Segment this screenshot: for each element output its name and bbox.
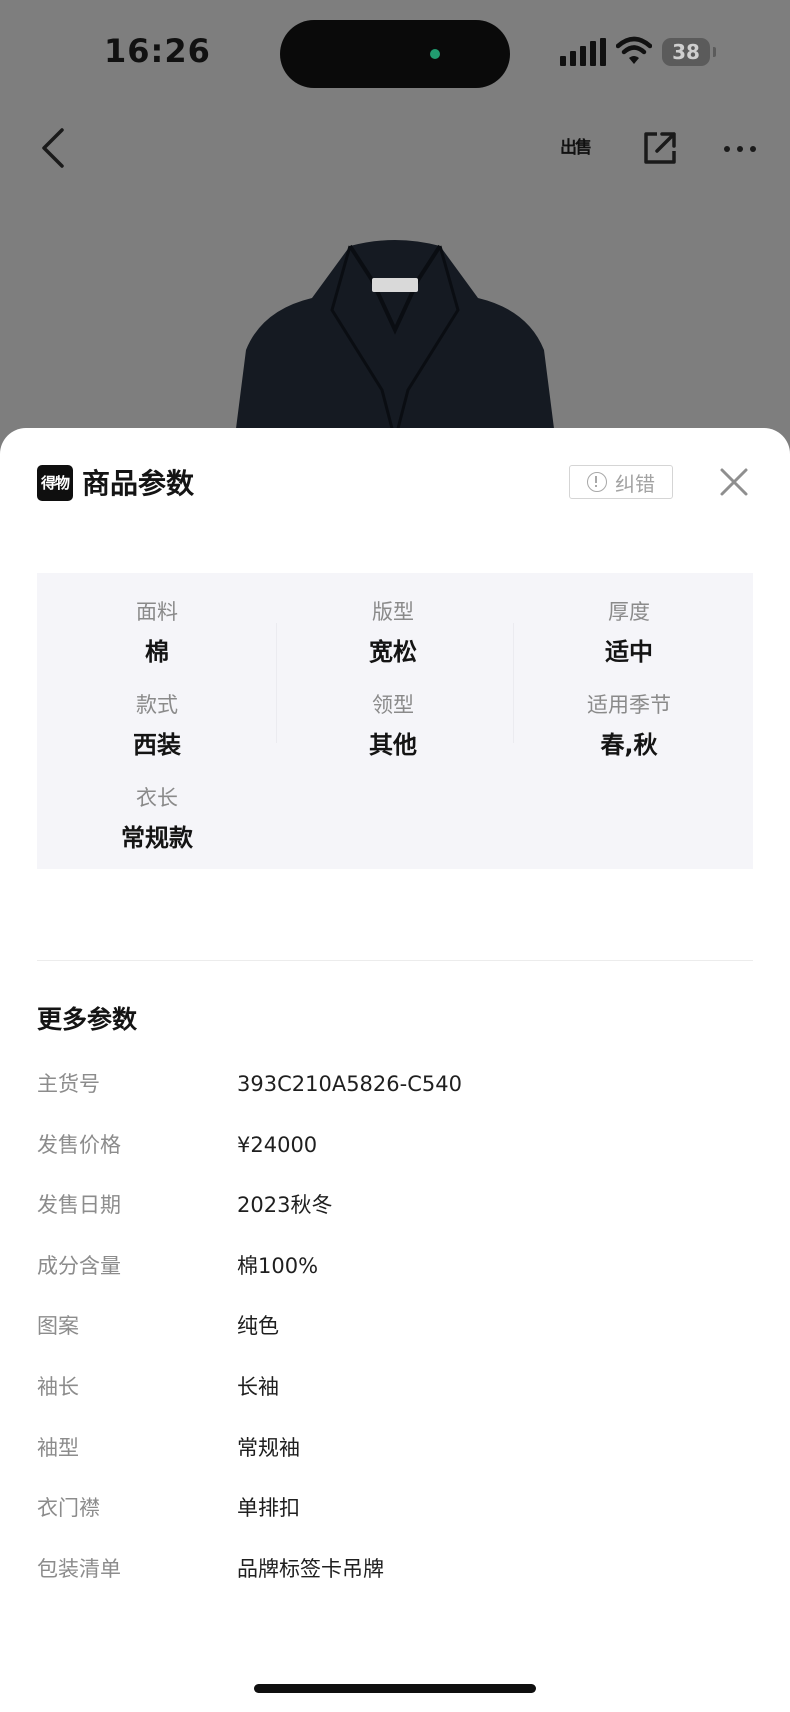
param-cell: 厚度 适中 [513, 598, 745, 668]
report-error-button[interactable]: 纠错 [569, 465, 673, 499]
more-params-title: 更多参数 [37, 1005, 138, 1034]
param-key: 图案 [37, 1314, 79, 1338]
report-error-label: 纠错 [615, 471, 655, 496]
param-value: ¥24000 [237, 1133, 318, 1157]
param-value: 单排扣 [237, 1496, 300, 1520]
product-page-background: 16:26 38 出售 [0, 0, 790, 460]
param-row: 主货号 393C210A5826-C540 [37, 1064, 753, 1104]
param-value: 棉100% [237, 1254, 319, 1278]
param-key: 主货号 [37, 1072, 100, 1096]
product-params-sheet: 得物 商品参数 纠错 面料 棉 版型 宽松 厚度 适中 款式 西装 领型 其他 [0, 428, 790, 1712]
sheet-title: 商品参数 [82, 467, 195, 500]
param-label: 适用季节 [587, 693, 671, 717]
param-value: 393C210A5826-C540 [237, 1072, 462, 1096]
param-row: 发售价格 ¥24000 [37, 1125, 753, 1165]
param-value: 常规袖 [237, 1436, 300, 1460]
param-value: 宽松 [369, 638, 417, 666]
param-label: 衣长 [136, 786, 178, 810]
param-value: 纯色 [237, 1314, 279, 1338]
param-label: 领型 [372, 693, 414, 717]
section-divider [37, 960, 753, 961]
param-value: 其他 [369, 731, 417, 759]
param-key: 包装清单 [37, 1557, 121, 1581]
param-label: 面料 [136, 600, 178, 624]
param-cell: 适用季节 春,秋 [513, 691, 745, 761]
status-time: 16:26 [104, 32, 211, 70]
param-value: 品牌标签卡吊牌 [237, 1557, 384, 1581]
param-row: 袖型 常规袖 [37, 1428, 753, 1468]
param-row: 图案 纯色 [37, 1306, 753, 1346]
param-cell: 衣长 常规款 [41, 784, 273, 854]
share-icon[interactable] [640, 128, 680, 168]
param-key: 袖型 [37, 1436, 79, 1460]
param-key: 成分含量 [37, 1254, 121, 1278]
sell-label: 出售 [560, 138, 592, 158]
info-icon [587, 472, 607, 492]
param-value: 春,秋 [600, 731, 658, 759]
param-row: 袖长 长袖 [37, 1367, 753, 1407]
back-icon[interactable] [38, 126, 68, 170]
close-icon[interactable] [716, 464, 752, 500]
param-key: 发售价格 [37, 1133, 121, 1157]
brand-logo: 得物 [37, 465, 73, 501]
param-cell: 面料 棉 [41, 598, 273, 668]
param-value: 棉 [145, 638, 169, 666]
wifi-icon [616, 36, 652, 64]
sell-button[interactable]: 出售 [560, 128, 600, 168]
param-key: 袖长 [37, 1375, 79, 1399]
param-key: 发售日期 [37, 1193, 121, 1217]
param-row: 发售日期 2023秋冬 [37, 1185, 753, 1225]
home-indicator[interactable] [254, 1684, 536, 1693]
param-row: 包装清单 品牌标签卡吊牌 [37, 1549, 753, 1589]
dynamic-island [280, 20, 510, 88]
camera-indicator-dot [430, 49, 440, 59]
param-value: 2023秋冬 [237, 1193, 333, 1217]
param-value: 西装 [133, 731, 181, 759]
more-icon[interactable] [722, 144, 758, 154]
param-value: 适中 [605, 638, 653, 666]
param-row: 成分含量 棉100% [37, 1246, 753, 1286]
product-image [232, 240, 558, 460]
battery-icon: 38 [662, 38, 716, 66]
key-params-grid: 面料 棉 版型 宽松 厚度 适中 款式 西装 领型 其他 适用季节 春,秋 衣长… [37, 573, 753, 869]
param-key: 衣门襟 [37, 1496, 100, 1520]
param-row: 衣门襟 单排扣 [37, 1488, 753, 1528]
param-cell: 版型 宽松 [277, 598, 509, 668]
param-label: 版型 [372, 600, 414, 624]
param-cell: 领型 其他 [277, 691, 509, 761]
param-cell: 款式 西装 [41, 691, 273, 761]
param-label: 厚度 [608, 600, 650, 624]
cellular-signal-icon [560, 38, 606, 66]
param-label: 款式 [136, 693, 178, 717]
param-value: 常规款 [121, 824, 193, 852]
param-value: 长袖 [237, 1375, 279, 1399]
